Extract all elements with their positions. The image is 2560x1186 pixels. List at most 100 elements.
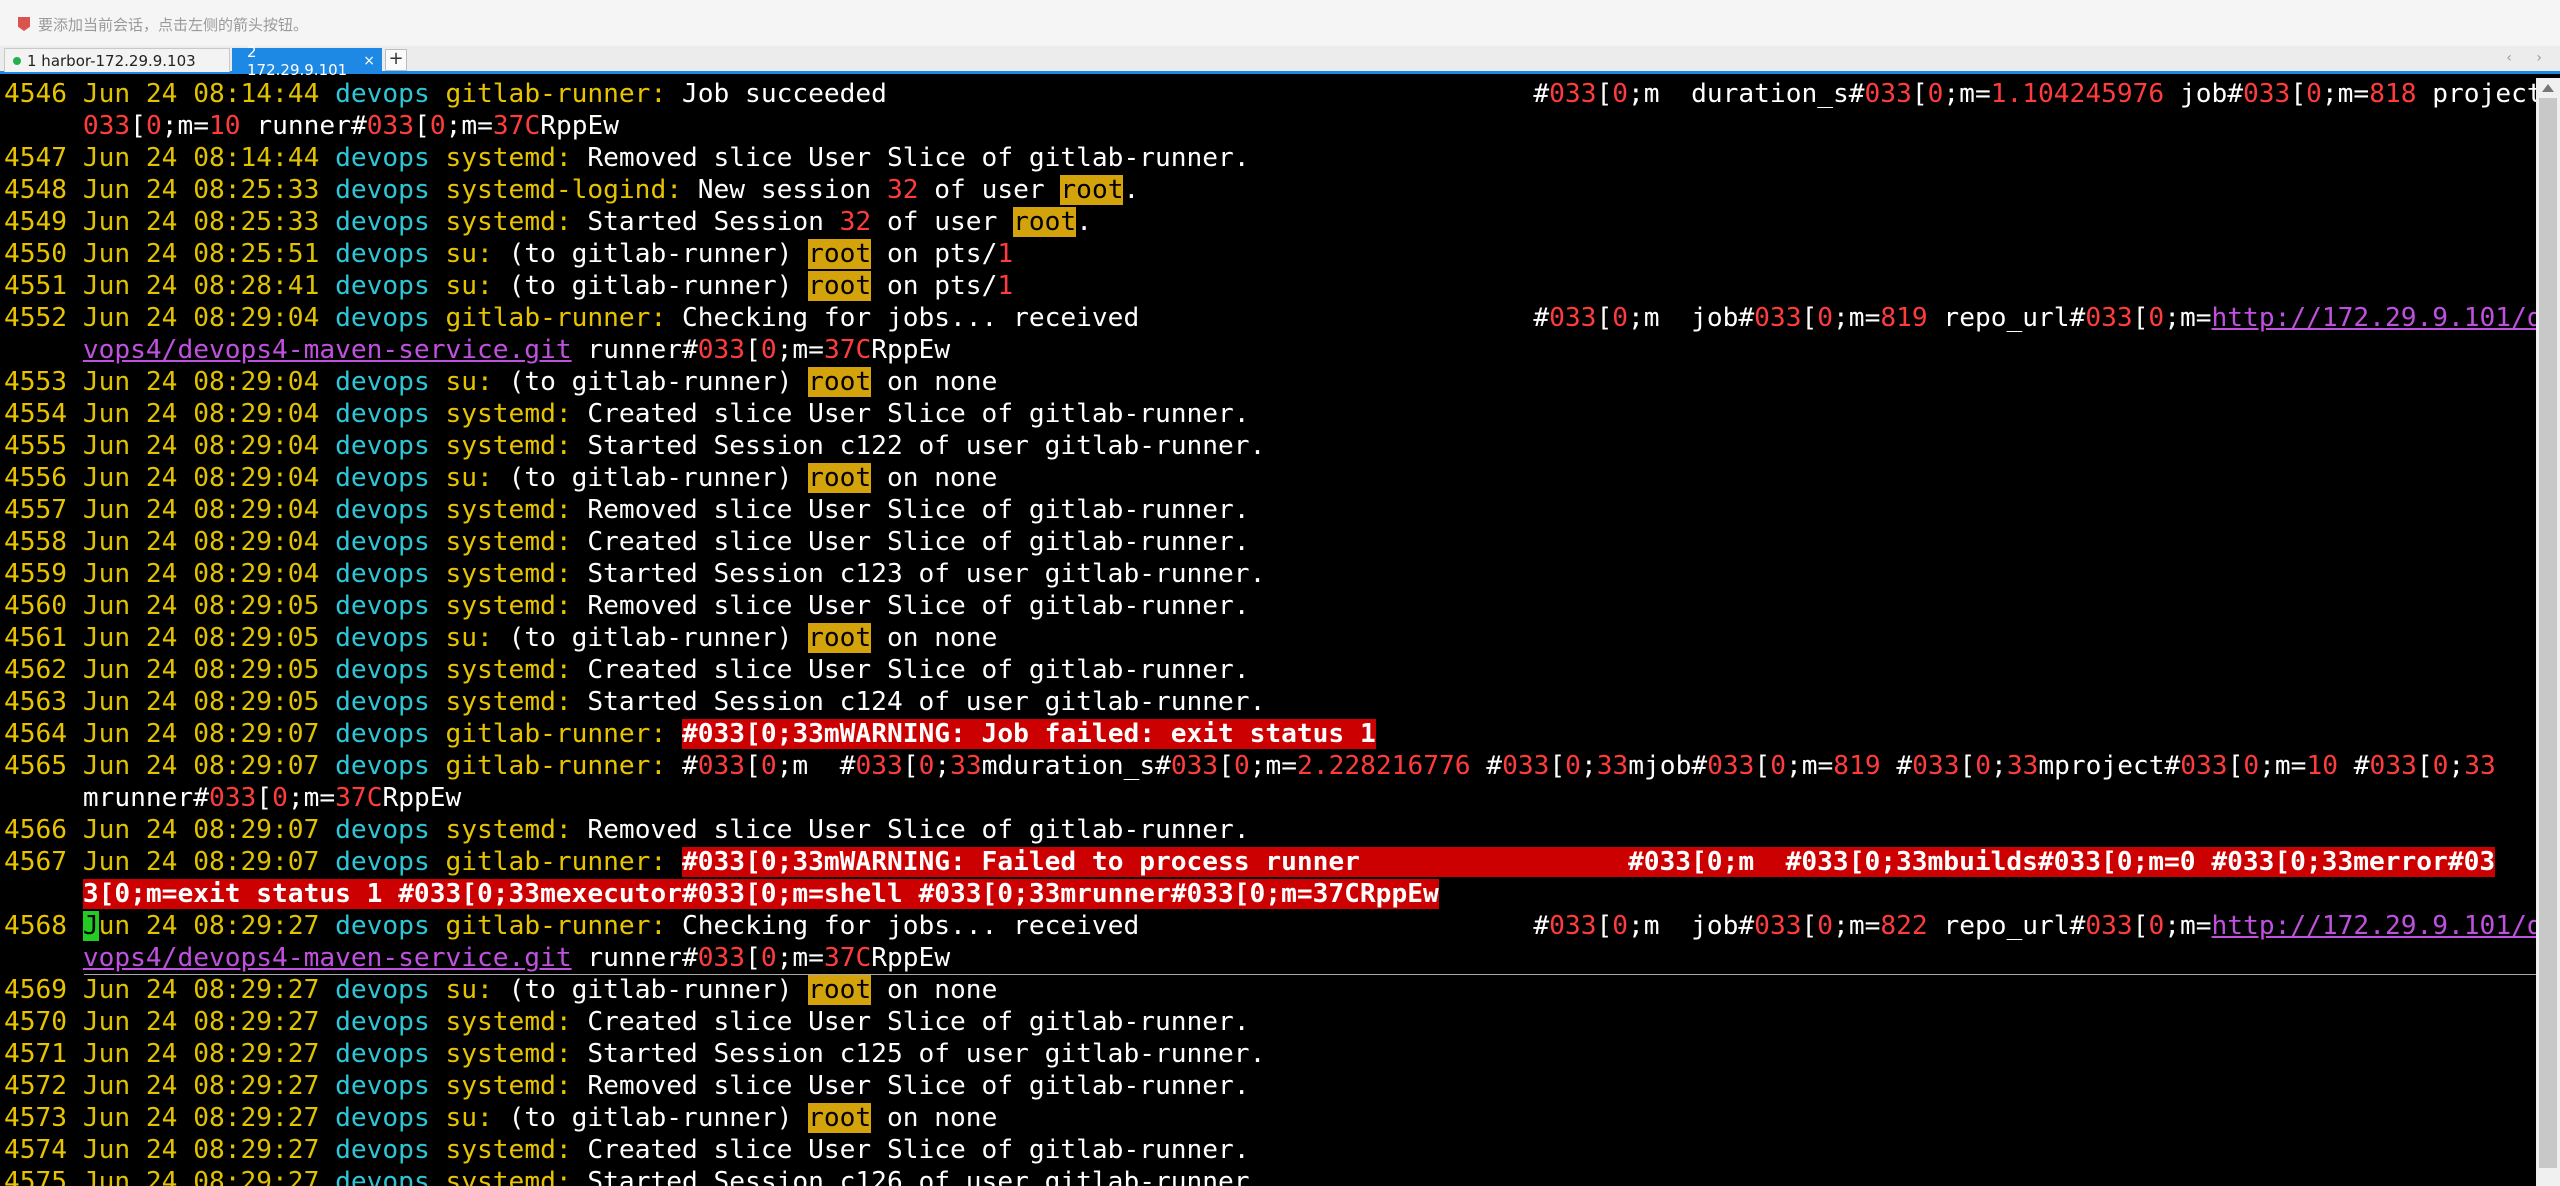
terminal-text: Created slice User Slice of gitlab-runne… xyxy=(571,1007,1250,1037)
terminal-text: on pts/ xyxy=(871,239,998,269)
terminal-text: devops xyxy=(335,175,446,205)
tab-harbor[interactable]: 1 harbor-172.29.9.103 xyxy=(4,48,230,72)
terminal-text: 37C xyxy=(335,783,383,813)
terminal-text: systemd: xyxy=(445,527,572,557)
terminal-text: un 24 08:29:27 xyxy=(98,911,336,941)
terminal-text: 4564 xyxy=(4,719,83,749)
terminal-link[interactable]: vops4/devops4-maven-service.git xyxy=(83,335,572,365)
terminal-text: ;m= xyxy=(161,111,210,141)
terminal-text: devops xyxy=(335,495,446,525)
terminal-text: ;m= xyxy=(1785,751,1834,781)
terminal-text: [ xyxy=(1911,79,1928,109)
terminal-line: 4561 Jun 24 08:29:05 devops su: (to gitl… xyxy=(0,622,2536,654)
terminal-text: runner# xyxy=(571,943,698,973)
terminal-text: devops xyxy=(335,975,446,1005)
terminal-text: # xyxy=(666,751,698,781)
terminal-text: ;m job# xyxy=(1628,911,1755,941)
terminal-text: root xyxy=(1013,207,1077,237)
terminal-text: 1.104245976 xyxy=(1990,79,2165,109)
terminal-text: 4574 xyxy=(4,1135,83,1165)
tab-label: 1 harbor-172.29.9.103 xyxy=(27,51,196,70)
terminal-text: root xyxy=(1060,175,1124,205)
terminal-link[interactable]: http://172.29.9.101/de xyxy=(2212,911,2536,941)
terminal-text: devops xyxy=(335,431,446,461)
terminal-line: 4573 Jun 24 08:29:27 devops su: (to gitl… xyxy=(0,1102,2536,1134)
terminal-link[interactable]: http://172.29.9.101/de xyxy=(2212,303,2536,333)
terminal-text: devops xyxy=(335,271,446,301)
terminal-text: 4573 xyxy=(4,1103,83,1133)
terminal-text: 33 xyxy=(1596,751,1629,781)
terminal-text: devops xyxy=(335,1039,446,1069)
terminal-text: Created slice User Slice of gitlab-runne… xyxy=(571,399,1250,429)
terminal-text: 4557 xyxy=(4,495,83,525)
terminal-text: 4571 xyxy=(4,1039,83,1069)
terminal-text: runner# xyxy=(240,111,367,141)
terminal-text: . xyxy=(1123,175,1140,205)
terminal-text: devops xyxy=(335,847,446,877)
terminal-text: devops xyxy=(335,367,446,397)
terminal-text: Jun 24 08:29:04 xyxy=(82,367,336,397)
terminal-text: (to gitlab-runner) xyxy=(492,623,809,653)
terminal-line: 4564 Jun 24 08:29:07 devops gitlab-runne… xyxy=(0,718,2536,750)
terminal-text: root xyxy=(808,271,872,301)
close-tab-icon[interactable]: × xyxy=(363,53,375,69)
terminal-text: systemd: xyxy=(445,431,572,461)
session-notice-text: 要添加当前会话，点击左侧的箭头按钮。 xyxy=(38,15,309,34)
terminal-text: root xyxy=(808,623,872,653)
terminal-text: Created slice User Slice of gitlab-runne… xyxy=(571,655,1250,685)
terminal-text: repo_url# xyxy=(1927,911,2086,941)
scrollbar-thumb[interactable] xyxy=(2539,98,2557,1168)
terminal-text: systemd: xyxy=(445,495,572,525)
scroll-up-icon[interactable] xyxy=(2542,84,2554,92)
terminal-text: Removed slice User Slice of gitlab-runne… xyxy=(571,1071,1250,1101)
terminal-text: devops xyxy=(335,207,446,237)
terminal-text: 4569 xyxy=(4,975,83,1005)
terminal-text: devops xyxy=(335,239,446,269)
terminal-text: (to gitlab-runner) xyxy=(492,367,809,397)
terminal-text: on none xyxy=(871,1103,998,1133)
terminal-text: Jun 24 08:29:05 xyxy=(82,591,336,621)
terminal-text: 0 xyxy=(1770,751,1786,781)
terminal-text: 0 xyxy=(1975,751,1992,781)
terminal-text: systemd-logind: xyxy=(445,175,682,205)
terminal-line: 4565 Jun 24 08:29:07 devops gitlab-runne… xyxy=(0,750,2536,782)
terminal-text: [ xyxy=(1218,751,1234,781)
terminal-text: root xyxy=(808,463,872,493)
terminal-text: ;m= xyxy=(1833,303,1881,333)
new-tab-button[interactable]: + xyxy=(385,49,407,71)
terminal-output[interactable]: 4546 Jun 24 08:14:44 devops gitlab-runne… xyxy=(0,78,2536,1186)
terminal-text: Jun 24 08:29:04 xyxy=(82,559,336,589)
bookmark-icon[interactable] xyxy=(18,17,30,31)
terminal-line: 4546 Jun 24 08:14:44 devops gitlab-runne… xyxy=(0,78,2536,110)
terminal-text: Jun 24 08:25:33 xyxy=(82,207,336,237)
terminal-line: 4563 Jun 24 08:29:05 devops systemd: Sta… xyxy=(0,686,2536,718)
terminal-scrollbar[interactable] xyxy=(2536,78,2560,1186)
terminal-text: on pts/ xyxy=(871,271,998,301)
terminal-text: 4551 xyxy=(4,271,83,301)
terminal-text: Started Session c123 of user gitlab-runn… xyxy=(571,559,1266,589)
terminal-text: #033[0;33mWARNING: Failed to process run… xyxy=(682,847,2496,877)
terminal-cursor: J xyxy=(82,911,99,941)
terminal-text: 033 xyxy=(1549,79,1597,109)
terminal-text: 0 xyxy=(2148,303,2165,333)
terminal-text: (to gitlab-runner) xyxy=(492,239,809,269)
terminal-text: 4549 xyxy=(4,207,83,237)
terminal-line: 4552 Jun 24 08:29:04 devops gitlab-runne… xyxy=(0,302,2536,334)
tab-scroll-arrows-icon[interactable]: ‹ › xyxy=(2506,50,2552,66)
terminal-line: 4572 Jun 24 08:29:27 devops systemd: Rem… xyxy=(0,1070,2536,1102)
terminal-text: (to gitlab-runner) xyxy=(492,463,809,493)
terminal-text: devops xyxy=(335,815,446,845)
terminal-text: ;m duration_s# xyxy=(1628,79,1865,109)
terminal-text: ;m= xyxy=(2164,911,2212,941)
terminal-text: # xyxy=(1533,79,1550,109)
terminal-text: ;m= xyxy=(776,335,824,365)
terminal-text: 033 xyxy=(2180,751,2228,781)
terminal-text: RppEw xyxy=(871,943,951,973)
tab-devops[interactable]: 2 172.29.9.101 × xyxy=(232,43,382,79)
terminal-text: on none xyxy=(871,975,998,1005)
terminal-text: mduration_s# xyxy=(981,751,1171,781)
terminal-text: systemd: xyxy=(445,655,572,685)
terminal-link[interactable]: vops4/devops4-maven-service.git xyxy=(83,943,572,973)
